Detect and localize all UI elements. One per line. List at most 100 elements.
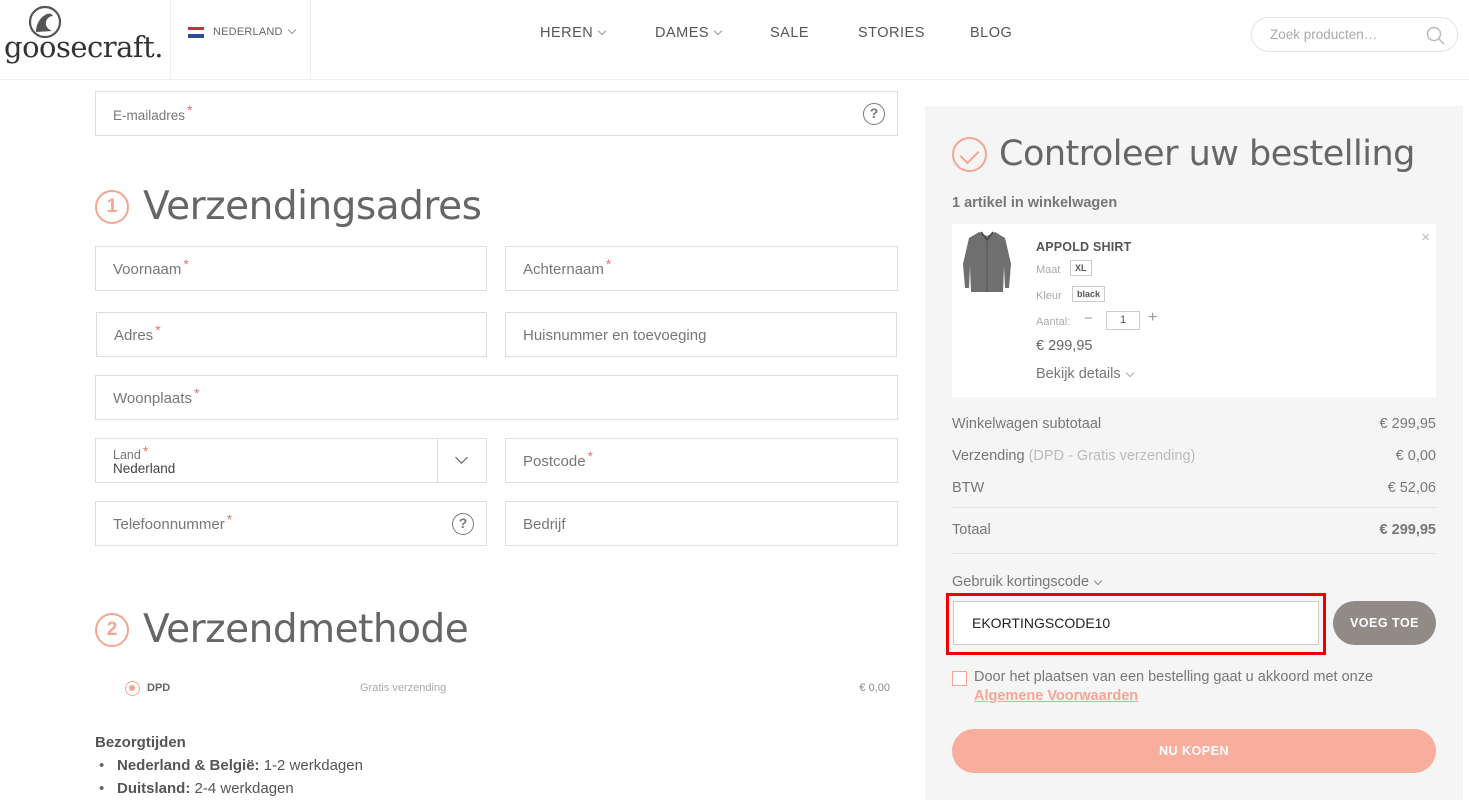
nav-sale-label: SALE: [770, 25, 810, 41]
subtotal-row: Winkelwagen subtotaal € 299,95: [952, 416, 1436, 432]
minus-icon[interactable]: −: [1084, 310, 1093, 327]
buy-now-button[interactable]: NU KOPEN: [952, 729, 1436, 773]
cart-item: APPOLD SHIRT Maat XL Kleur black Aantal:…: [952, 224, 1436, 397]
email-label: E-mailadres *: [113, 102, 193, 123]
nav-stories[interactable]: STORIES: [858, 25, 970, 41]
list-item: Nederland & België: 1-2 werkdagen: [99, 757, 363, 774]
plus-icon[interactable]: +: [1148, 309, 1157, 327]
list-item: Duitsland: 2-4 werkdagen: [99, 780, 363, 797]
logo-text: goosecraft.: [4, 30, 164, 64]
postcode-field[interactable]: Postcode *: [505, 438, 898, 483]
shirt-thumbnail: [963, 231, 1011, 292]
first-name-label: Voornaam *: [113, 256, 189, 278]
first-name-field[interactable]: Voornaam *: [95, 246, 487, 291]
address-field[interactable]: Adres *: [96, 312, 487, 357]
logo[interactable]: goosecraft.: [4, 4, 164, 68]
tax-value: € 52,06: [1387, 480, 1436, 496]
chevron-down-icon: [1125, 368, 1134, 378]
subtotal-value: € 299,95: [1379, 416, 1436, 432]
delivery-times: Bezorgtijden Nederland & België: 1-2 wer…: [95, 734, 363, 803]
help-icon[interactable]: ?: [452, 513, 474, 535]
coupon-input[interactable]: EKORTINGSCODE10: [953, 601, 1319, 645]
tax-row: BTW € 52,06: [952, 480, 1436, 496]
color-label: Kleur: [1036, 290, 1062, 302]
country-selector[interactable]: NEDERLAND: [188, 25, 296, 38]
shipping-label: Verzending: [952, 448, 1025, 464]
coupon-toggle[interactable]: Gebruik kortingscode: [952, 574, 1103, 590]
quantity-input[interactable]: 1: [1106, 311, 1140, 330]
shipping-note: (DPD - Gratis verzending): [1028, 448, 1196, 464]
subtotal-label: Winkelwagen subtotaal: [952, 416, 1102, 432]
delivery-times-title: Bezorgtijden: [95, 734, 186, 751]
terms-link[interactable]: Algemene Voorwaarden: [974, 688, 1138, 704]
order-summary-heading: Controleer uw bestelling: [952, 134, 1415, 174]
city-label: Woonplaats *: [113, 385, 200, 407]
header-divider: [310, 0, 311, 80]
section-title: Verzendmethode: [143, 607, 469, 652]
step-number: 2: [95, 612, 129, 647]
shipping-option-dpd[interactable]: DPD Gratis verzending € 0,00: [125, 680, 890, 698]
order-summary-title: Controleer uw bestelling: [999, 134, 1415, 174]
item-price: € 299,95: [1036, 338, 1093, 354]
country-select[interactable]: Land * Nederland: [95, 438, 487, 483]
nav-heren[interactable]: HEREN: [540, 25, 655, 41]
nav-blog[interactable]: BLOG: [970, 25, 1012, 41]
remove-item-icon[interactable]: ×: [1421, 229, 1430, 246]
address-label: Adres *: [114, 322, 161, 344]
shipping-method-heading: 2 Verzendmethode: [95, 607, 469, 652]
cart-count: 1 artikel in winkelwagen: [952, 195, 1118, 211]
company-label: Bedrijf: [523, 516, 566, 533]
apply-coupon-button[interactable]: VOEG TOE: [1333, 601, 1436, 645]
search-icon[interactable]: [1426, 26, 1445, 45]
country-label: NEDERLAND: [213, 26, 283, 38]
email-field[interactable]: E-mailadres * ?: [95, 91, 898, 136]
shipping-radio[interactable]: [125, 681, 140, 696]
chevron-down-icon: [287, 25, 296, 35]
phone-label: Telefoonnummer *: [113, 511, 233, 533]
terms-text: Door het plaatsen van een bestelling gaa…: [974, 669, 1374, 704]
step-number: 1: [95, 189, 129, 224]
coupon-highlight: EKORTINGSCODE10: [946, 593, 1326, 655]
country-select-value: Nederland: [113, 461, 176, 476]
nav-stories-label: STORIES: [858, 25, 925, 41]
tax-label: BTW: [952, 480, 985, 496]
company-field[interactable]: Bedrijf: [505, 501, 898, 546]
view-details-toggle[interactable]: Bekijk details: [1036, 366, 1134, 382]
color-badge: black: [1072, 286, 1106, 302]
house-number-field[interactable]: Huisnummer en toevoeging: [505, 312, 897, 357]
total-row: Totaal € 299,95: [952, 522, 1436, 538]
total-label: Totaal: [952, 522, 991, 538]
house-number-label: Huisnummer en toevoeging: [523, 327, 707, 344]
order-summary-panel: Controleer uw bestelling 1 artikel in wi…: [925, 106, 1463, 800]
size-badge: XL: [1070, 260, 1092, 276]
nav-dames[interactable]: DAMES: [655, 25, 770, 41]
help-icon[interactable]: ?: [863, 103, 885, 125]
terms-checkbox[interactable]: [952, 671, 967, 686]
chevron-down-icon: [598, 26, 607, 36]
nav-sale[interactable]: SALE: [770, 25, 858, 41]
chevron-down-icon[interactable]: [455, 451, 468, 464]
section-title: Verzendingsadres: [143, 184, 482, 229]
postcode-label: Postcode *: [523, 448, 593, 470]
chevron-down-icon: [1093, 576, 1103, 586]
country-select-label: Land *: [113, 443, 149, 462]
shipping-method-desc: Gratis verzending: [360, 682, 447, 694]
last-name-label: Achternaam *: [523, 256, 612, 278]
nav-dames-label: DAMES: [655, 25, 710, 41]
search-placeholder: Zoek producten…: [1270, 27, 1378, 42]
shipping-method-price: € 0,00: [859, 682, 890, 694]
nav-heren-label: HEREN: [540, 25, 594, 41]
netherlands-flag-icon: [188, 26, 204, 38]
nav-blog-label: BLOG: [970, 25, 1013, 41]
check-circle-icon: [952, 136, 987, 172]
last-name-field[interactable]: Achternaam *: [505, 246, 898, 291]
city-field[interactable]: Woonplaats *: [95, 375, 898, 420]
select-divider: [437, 439, 438, 482]
item-name: APPOLD SHIRT: [1036, 240, 1132, 254]
shipping-row: Verzending (DPD - Gratis verzending) € 0…: [952, 448, 1436, 464]
divider: [952, 507, 1436, 508]
chevron-down-icon: [713, 26, 723, 36]
phone-field[interactable]: Telefoonnummer * ?: [95, 501, 487, 546]
divider: [952, 553, 1436, 554]
search-input[interactable]: Zoek producten…: [1251, 17, 1458, 52]
